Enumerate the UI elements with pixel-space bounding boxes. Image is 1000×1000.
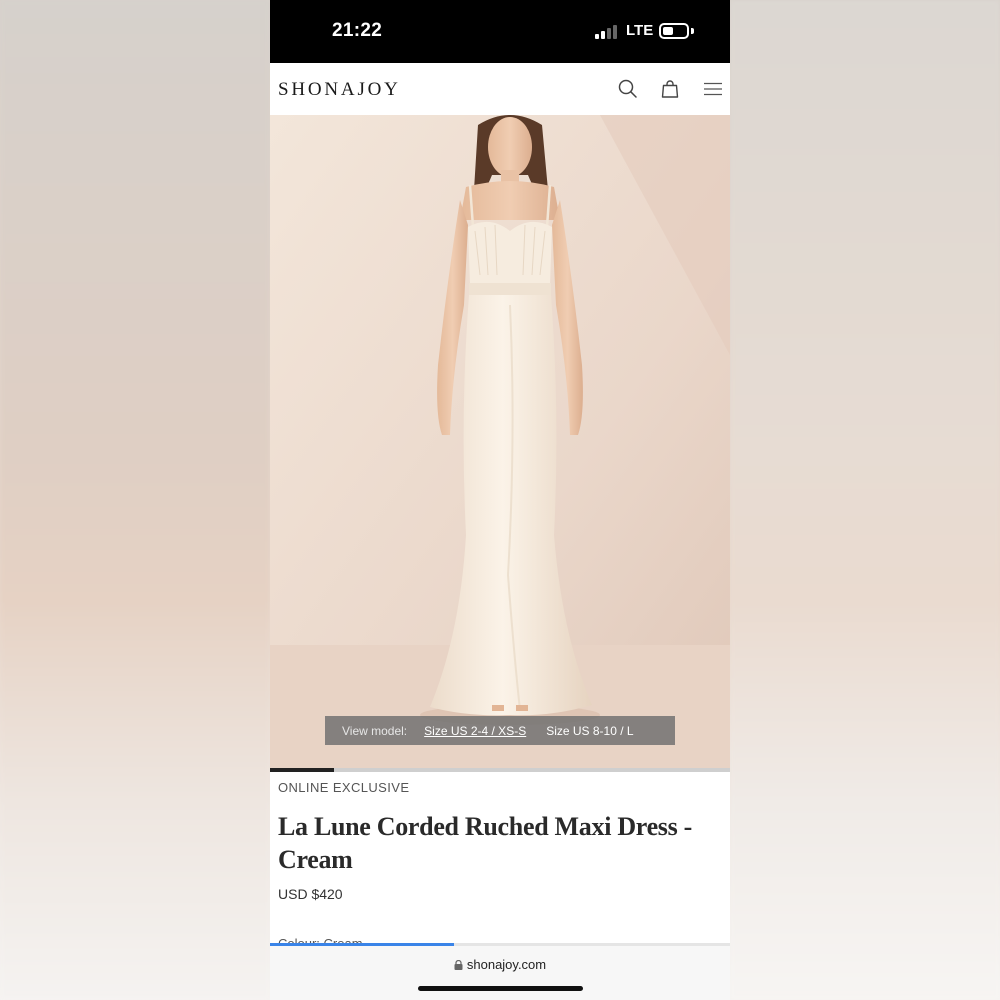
url-text: shonajoy.com [466,957,547,972]
status-bar: 21:22 LTE [270,0,730,63]
product-price: USD $420 [278,886,343,902]
model-figure-illustration [270,115,730,768]
carousel-progress-track[interactable] [270,768,730,772]
brand-logo[interactable]: SHONAJOY [278,79,401,101]
browser-address-bar[interactable]: shonajoy.com [270,946,730,1000]
network-type: LTE [626,22,654,39]
lock-icon [454,960,463,970]
bag-icon[interactable] [659,78,681,100]
model-size-option-l[interactable]: Size US 8-10 / L [546,724,633,738]
product-image[interactable]: View model: Size US 2-4 / XS-S Size US 8… [270,115,730,768]
phone-screen: 21:22 LTE SHONAJOY View model: Size US 2… [270,0,730,1000]
battery-icon [659,23,689,39]
signal-icon [595,25,619,39]
product-title: La Lune Corded Ruched Maxi Dress - Cream [278,812,693,874]
menu-icon[interactable] [702,78,724,100]
status-time: 21:22 [332,20,383,41]
home-indicator[interactable] [418,986,583,991]
url-display[interactable]: shonajoy.com [270,957,730,972]
online-exclusive-badge: ONLINE EXCLUSIVE [278,780,410,795]
search-icon[interactable] [617,78,639,100]
battery-cap [691,28,694,34]
view-model-label: View model: [342,723,408,738]
blurred-background-left [0,0,270,1000]
blurred-background-right [730,0,1000,1000]
view-model-bar: View model: Size US 2-4 / XS-S Size US 8… [325,716,675,745]
model-size-option-xs-s[interactable]: Size US 2-4 / XS-S [424,724,526,738]
carousel-progress-thumb[interactable] [270,768,335,772]
site-header: SHONAJOY [270,63,730,115]
